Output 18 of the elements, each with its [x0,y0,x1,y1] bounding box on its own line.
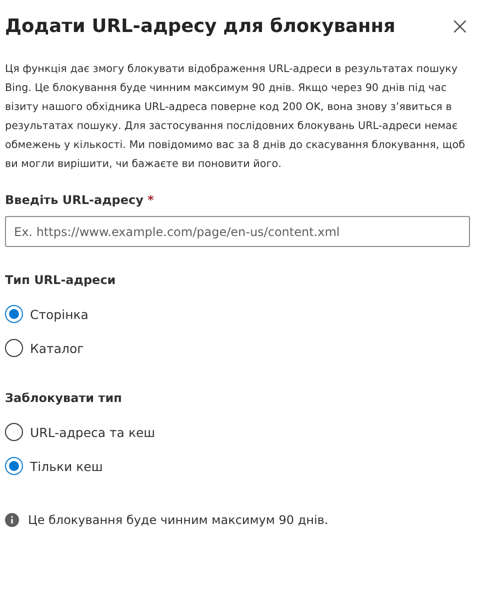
info-text: Це блокування буде чинним максимум 90 днів. [28,513,328,527]
radio-button[interactable] [5,457,23,475]
required-mark: * [147,193,154,207]
group-label: Заблокувати тип [5,391,123,405]
close-button[interactable]: × [444,14,470,38]
dialog-title: Додати URL-адресу для блокування [5,16,396,36]
field-label: Введіть URL-адресу [5,193,144,207]
url-input-field[interactable]: Ex. https://www.example.com/page/en-us/content.xml [5,216,470,247]
radio-button[interactable] [5,305,23,323]
group-label: Тип URL-адреси [5,273,117,287]
option-label: Каталог [30,340,84,356]
info-icon [5,513,19,527]
radio-button[interactable] [5,339,23,357]
radio-button[interactable] [5,423,23,441]
option-label: Тільки кеш [30,458,103,474]
option-label: URL-адреса та кеш [30,424,156,440]
option-label: Сторінка [30,306,88,322]
description-text: Ця функція дає змогу блокувати відображення URL-адреси в результатах пошуку Bing. Це блокування буде чинним максимум 90 днів. Якщо через 90 днів під час візиту нашого обхідника URL-адреса поверне код 200 OK, вона знову з’явиться в результатах пошуку. Для застосування послідовних блокувань URL-адреси немає обмежень у кількості. Ми повідомимо вас за 8 днів до скасування блокування, щоб ви могли вирішити, чи бажаєте ви поновити його. [5,62,466,172]
